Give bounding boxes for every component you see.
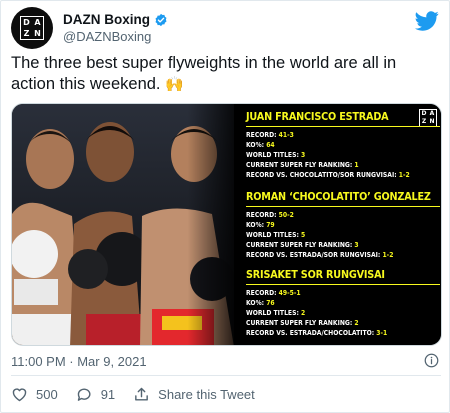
stat-head-to-head: RECORD VS. ESTRADA/SOR RUNGVISAI: 1-2 (246, 251, 394, 259)
user-info: DAZN Boxing @DAZNBoxing (63, 12, 168, 44)
fighter-name: ROMAN ‘CHOCOLATITO’ GONZALEZ (246, 191, 431, 203)
handle[interactable]: @DAZNBoxing (63, 29, 168, 44)
stat-record: RECORD: 49-5-1 (246, 289, 301, 297)
fighter-block-gonzalez: ROMAN ‘CHOCOLATITO’ GONZALEZ RECORD: 50-… (246, 191, 441, 260)
stat-ranking: CURRENT SUPER FLY RANKING: 1 (246, 161, 359, 169)
stat-ko: KO%: 64 (246, 141, 275, 149)
fighter-block-sor-rungvisai: SRISAKET SOR RUNGVISAI RECORD: 49-5-1 KO… (246, 269, 441, 338)
stat-ko: KO%: 79 (246, 221, 275, 229)
like-button[interactable]: 500 (11, 386, 58, 403)
stat-head-to-head: RECORD VS. ESTRADA/CHOCOLATITO: 3-1 (246, 329, 388, 337)
stat-ranking: CURRENT SUPER FLY RANKING: 3 (246, 241, 359, 249)
heart-icon (12, 388, 27, 402)
stat-titles: WORLD TITLES: 3 (246, 151, 306, 159)
stat-record: RECORD: 50-2 (246, 211, 294, 219)
stat-ko: KO%: 76 (246, 299, 275, 307)
reply-button[interactable]: 91 (76, 386, 115, 403)
logo-letter: D (23, 17, 30, 27)
tweet-body: The three best super flyweights in the w… (11, 54, 397, 93)
stat-ranking: CURRENT SUPER FLY RANKING: 2 (246, 319, 359, 327)
stat-titles: WORLD TITLES: 5 (246, 231, 306, 239)
stat-titles: WORLD TITLES: 2 (246, 309, 306, 317)
stat-head-to-head: RECORD VS. CHOCOLATITO/SOR RUNGVISAI: 1-… (246, 171, 410, 179)
display-name[interactable]: DAZN Boxing (63, 12, 150, 27)
share-label: Share this Tweet (158, 387, 255, 402)
tweet-card: D A Z N DAZN Boxing @DAZNBoxing The thre… (0, 0, 450, 413)
tweet-media[interactable]: D A Z N JUAN FRANCISCO ESTRADA RECORD: 4… (11, 103, 442, 346)
boxers-photo (12, 104, 246, 345)
fighter-block-estrada: JUAN FRANCISCO ESTRADA RECORD: 41-3 KO%:… (246, 111, 441, 180)
stat-record: RECORD: 41-3 (246, 131, 294, 139)
raised-hands-emoji: 🙌 (165, 76, 184, 93)
logo-letter: Z (23, 28, 30, 38)
fighter-name: JUAN FRANCISCO ESTRADA (246, 111, 389, 123)
share-button[interactable]: Share this Tweet (133, 386, 255, 403)
twitter-bird-icon[interactable] (415, 9, 439, 33)
avatar[interactable]: D A Z N (11, 7, 53, 49)
reply-count: 91 (100, 387, 116, 402)
tweet-timestamp[interactable]: 11:00 PM · Mar 9, 2021 (11, 354, 147, 369)
dazn-logo: D A Z N (20, 16, 44, 40)
info-icon[interactable] (424, 353, 439, 368)
share-icon (135, 387, 149, 401)
verified-badge-icon (154, 13, 168, 27)
divider-rule (246, 206, 440, 207)
divider-rule (246, 126, 440, 127)
divider (11, 375, 441, 376)
fighter-name: SRISAKET SOR RUNGVISAI (246, 269, 385, 281)
logo-letter: N (34, 28, 41, 38)
reply-icon (77, 388, 91, 401)
logo-letter: A (34, 17, 41, 27)
like-count: 500 (36, 387, 58, 402)
tweet-actions: 500 91 Share this Tweet (11, 386, 273, 403)
fighter-stats-panel: D A Z N JUAN FRANCISCO ESTRADA RECORD: 4… (234, 104, 441, 345)
tweet-text: The three best super flyweights in the w… (11, 53, 441, 95)
divider-rule (246, 284, 440, 285)
